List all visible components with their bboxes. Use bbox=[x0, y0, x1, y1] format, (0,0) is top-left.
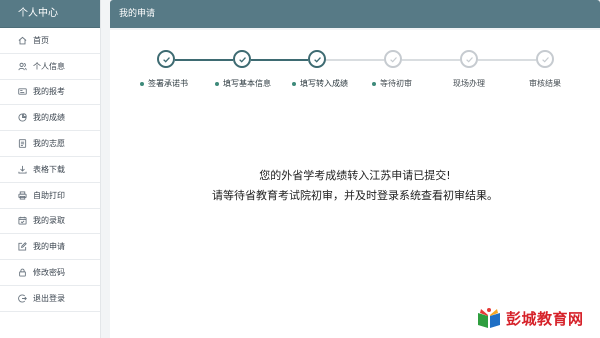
sidebar-item-scores[interactable]: 我的成绩 bbox=[0, 105, 100, 132]
sidebar-item-label: 我的申请 bbox=[33, 242, 65, 252]
progress-steps: 签署承诺书 填写基本信息 填写转入成绩 等待初审 现场办理 审核结果 bbox=[110, 50, 600, 100]
sidebar-item-label: 首页 bbox=[33, 35, 49, 45]
sidebar: 个人中心 首页 个人信息 我的报考 我的成绩 我的志愿 表格下载 自助打印 我的… bbox=[0, 0, 101, 338]
step-connector bbox=[251, 59, 308, 61]
document-icon bbox=[18, 139, 27, 148]
step-dot bbox=[292, 81, 296, 86]
sidebar-item-label: 表格下载 bbox=[33, 164, 65, 174]
sidebar-item-label: 退出登录 bbox=[33, 293, 65, 303]
book-icon bbox=[478, 308, 500, 328]
sidebar-item-label: 个人信息 bbox=[33, 61, 65, 71]
watermark-logo: 彭城教育网 bbox=[476, 304, 594, 332]
sidebar-item-label: 我的成绩 bbox=[33, 113, 65, 123]
sidebar-item-label: 我的录取 bbox=[33, 216, 65, 226]
sidebar-item-downloads[interactable]: 表格下载 bbox=[0, 157, 100, 183]
step-1-label: 签署承诺书 bbox=[140, 78, 188, 89]
id-card-icon bbox=[18, 87, 27, 96]
step-1-check-icon bbox=[157, 50, 175, 68]
step-label-text: 签署承诺书 bbox=[148, 79, 188, 88]
sidebar-item-admission[interactable]: 我的录取 bbox=[0, 209, 100, 235]
step-dot bbox=[140, 81, 144, 86]
step-connector bbox=[326, 59, 384, 61]
step-2-label: 填写基本信息 bbox=[215, 78, 271, 89]
step-label-text: 现场办理 bbox=[453, 79, 485, 88]
page-title: 我的申请 bbox=[110, 0, 600, 28]
step-connector bbox=[175, 59, 233, 61]
sidebar-item-registration[interactable]: 我的报考 bbox=[0, 80, 100, 106]
sidebar-item-label: 自助打印 bbox=[33, 190, 65, 200]
sidebar-item-change-password[interactable]: 修改密码 bbox=[0, 260, 100, 286]
step-4-label: 等待初审 bbox=[372, 78, 412, 89]
sidebar-nav: 首页 个人信息 我的报考 我的成绩 我的志愿 表格下载 自助打印 我的录取 我的… bbox=[0, 28, 100, 312]
sidebar-item-print[interactable]: 自助打印 bbox=[0, 183, 100, 209]
edit-icon bbox=[18, 242, 27, 251]
step-connector bbox=[478, 59, 536, 61]
sidebar-item-logout[interactable]: 退出登录 bbox=[0, 286, 100, 312]
users-icon bbox=[18, 62, 27, 71]
lock-icon bbox=[18, 268, 27, 277]
step-label-text: 审核结果 bbox=[529, 79, 561, 88]
printer-icon bbox=[18, 191, 27, 200]
step-label-text: 填写基本信息 bbox=[223, 79, 271, 88]
step-connector bbox=[402, 59, 460, 61]
step-3-check-icon bbox=[308, 50, 326, 68]
sidebar-item-label: 修改密码 bbox=[33, 268, 65, 278]
sidebar-item-preferences[interactable]: 我的志愿 bbox=[0, 131, 100, 157]
sidebar-item-label: 我的志愿 bbox=[33, 139, 65, 149]
message-line-1: 您的外省学考成绩转入江苏申请已提交! bbox=[259, 169, 451, 182]
sidebar-title: 个人中心 bbox=[0, 0, 100, 28]
step-5-check-icon bbox=[460, 50, 478, 68]
main-panel: 我的申请 签署承诺书 填写基本信息 填写转入成绩 等待初审 现场办理 审核结果 bbox=[110, 0, 600, 338]
message-line-2: 请等待省教育考试院初审，并及时登录系统查看初审结果。 bbox=[212, 189, 498, 202]
step-dot bbox=[372, 81, 376, 86]
step-3-label: 填写转入成绩 bbox=[292, 78, 348, 89]
home-icon bbox=[18, 36, 27, 45]
pie-chart-icon bbox=[18, 113, 27, 122]
step-5-label: 现场办理 bbox=[453, 78, 485, 89]
sidebar-item-profile[interactable]: 个人信息 bbox=[0, 54, 100, 80]
step-dot bbox=[215, 81, 219, 86]
download-icon bbox=[18, 165, 27, 174]
step-2-check-icon bbox=[233, 50, 251, 68]
calendar-icon bbox=[18, 216, 27, 226]
sidebar-item-applications[interactable]: 我的申请 bbox=[0, 234, 100, 261]
step-6-check-icon bbox=[536, 50, 554, 68]
watermark-text: 彭城教育网 bbox=[506, 309, 584, 328]
step-label-text: 等待初审 bbox=[380, 79, 412, 88]
step-4-check-icon bbox=[384, 50, 402, 68]
step-6-label: 审核结果 bbox=[529, 78, 561, 89]
submission-message: 您的外省学考成绩转入江苏申请已提交! 请等待省教育考试院初审，并及时登录系统查看… bbox=[110, 166, 600, 206]
sidebar-item-home[interactable]: 首页 bbox=[0, 28, 100, 54]
sidebar-item-label: 我的报考 bbox=[33, 87, 65, 97]
logout-icon bbox=[18, 294, 27, 303]
application-content: 签署承诺书 填写基本信息 填写转入成绩 等待初审 现场办理 审核结果 您的外省学… bbox=[110, 30, 600, 338]
step-label-text: 填写转入成绩 bbox=[300, 79, 348, 88]
